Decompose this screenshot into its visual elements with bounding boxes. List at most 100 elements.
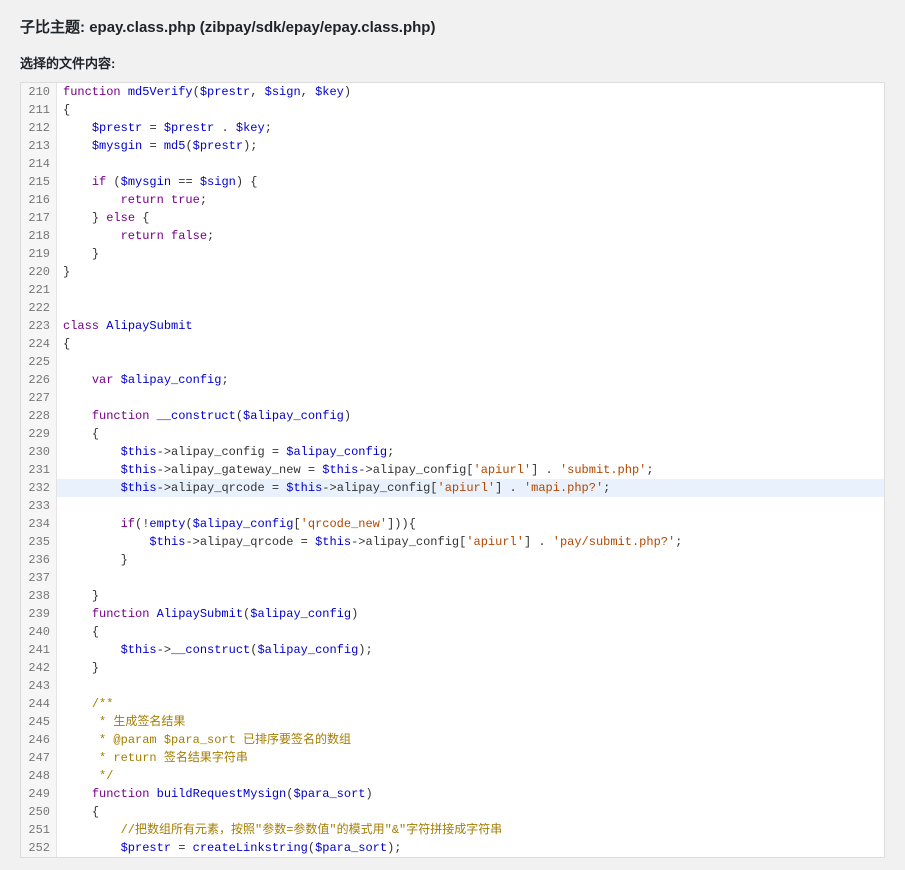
code-line[interactable]: 228 function __construct($alipay_config) bbox=[21, 407, 884, 425]
line-number: 218 bbox=[21, 227, 57, 245]
code-line[interactable]: 240 { bbox=[21, 623, 884, 641]
line-number: 228 bbox=[21, 407, 57, 425]
code-line[interactable]: 239 function AlipaySubmit($alipay_config… bbox=[21, 605, 884, 623]
code-line[interactable]: 243 bbox=[21, 677, 884, 695]
line-number: 213 bbox=[21, 137, 57, 155]
code-line[interactable]: 229 { bbox=[21, 425, 884, 443]
code-content[interactable] bbox=[57, 155, 884, 173]
code-line[interactable]: 218 return false; bbox=[21, 227, 884, 245]
code-content[interactable]: } bbox=[57, 245, 884, 263]
code-content[interactable]: * return 签名结果字符串 bbox=[57, 749, 884, 767]
code-content[interactable]: { bbox=[57, 803, 884, 821]
line-number: 246 bbox=[21, 731, 57, 749]
code-content[interactable]: return true; bbox=[57, 191, 884, 209]
code-content[interactable]: } bbox=[57, 551, 884, 569]
code-content[interactable] bbox=[57, 299, 884, 317]
code-content[interactable]: } bbox=[57, 659, 884, 677]
code-line[interactable]: 235 $this->alipay_qrcode = $this->alipay… bbox=[21, 533, 884, 551]
code-line[interactable]: 223class AlipaySubmit bbox=[21, 317, 884, 335]
code-line[interactable]: 225 bbox=[21, 353, 884, 371]
code-line[interactable]: 210function md5Verify($prestr, $sign, $k… bbox=[21, 83, 884, 101]
code-line[interactable]: 250 { bbox=[21, 803, 884, 821]
code-content[interactable]: * 生成签名结果 bbox=[57, 713, 884, 731]
code-line[interactable]: 214 bbox=[21, 155, 884, 173]
code-content[interactable] bbox=[57, 497, 884, 515]
code-line[interactable]: 237 bbox=[21, 569, 884, 587]
code-line[interactable]: 249 function buildRequestMysign($para_so… bbox=[21, 785, 884, 803]
code-line[interactable]: 230 $this->alipay_config = $alipay_confi… bbox=[21, 443, 884, 461]
code-content[interactable]: function __construct($alipay_config) bbox=[57, 407, 884, 425]
code-line[interactable]: 236 } bbox=[21, 551, 884, 569]
code-content[interactable]: $prestr = $prestr . $key; bbox=[57, 119, 884, 137]
code-content[interactable]: $this->alipay_qrcode = $this->alipay_con… bbox=[57, 533, 884, 551]
code-content[interactable]: */ bbox=[57, 767, 884, 785]
line-number: 219 bbox=[21, 245, 57, 263]
code-line[interactable]: 248 */ bbox=[21, 767, 884, 785]
line-number: 243 bbox=[21, 677, 57, 695]
code-line[interactable]: 221 bbox=[21, 281, 884, 299]
code-line[interactable]: 220} bbox=[21, 263, 884, 281]
code-content[interactable]: $prestr = createLinkstring($para_sort); bbox=[57, 839, 884, 857]
code-line[interactable]: 211{ bbox=[21, 101, 884, 119]
code-content[interactable]: class AlipaySubmit bbox=[57, 317, 884, 335]
code-content[interactable]: { bbox=[57, 623, 884, 641]
code-line[interactable]: 238 } bbox=[21, 587, 884, 605]
content-label: 选择的文件内容: bbox=[20, 53, 885, 72]
code-content[interactable]: $this->alipay_config = $alipay_config; bbox=[57, 443, 884, 461]
code-content[interactable]: $mysgin = md5($prestr); bbox=[57, 137, 884, 155]
code-line[interactable]: 231 $this->alipay_gateway_new = $this->a… bbox=[21, 461, 884, 479]
code-content[interactable] bbox=[57, 353, 884, 371]
file-title: 子比主题: epay.class.php (zibpay/sdk/epay/ep… bbox=[20, 16, 885, 37]
code-content[interactable]: } else { bbox=[57, 209, 884, 227]
code-line[interactable]: 233 bbox=[21, 497, 884, 515]
code-line[interactable]: 219 } bbox=[21, 245, 884, 263]
line-number: 229 bbox=[21, 425, 57, 443]
code-line[interactable]: 251 //把数组所有元素，按照"参数=参数值"的模式用"&"字符拼接成字符串 bbox=[21, 821, 884, 839]
code-line[interactable]: 217 } else { bbox=[21, 209, 884, 227]
code-line[interactable]: 247 * return 签名结果字符串 bbox=[21, 749, 884, 767]
code-line[interactable]: 242 } bbox=[21, 659, 884, 677]
code-content[interactable]: return false; bbox=[57, 227, 884, 245]
code-line[interactable]: 224{ bbox=[21, 335, 884, 353]
code-content[interactable]: function buildRequestMysign($para_sort) bbox=[57, 785, 884, 803]
code-content[interactable] bbox=[57, 389, 884, 407]
line-number: 252 bbox=[21, 839, 57, 857]
code-line[interactable]: 244 /** bbox=[21, 695, 884, 713]
code-line[interactable]: 245 * 生成签名结果 bbox=[21, 713, 884, 731]
code-content[interactable]: $this->alipay_qrcode = $this->alipay_con… bbox=[57, 479, 884, 497]
code-line[interactable]: 227 bbox=[21, 389, 884, 407]
code-content[interactable] bbox=[57, 677, 884, 695]
code-line[interactable]: 213 $mysgin = md5($prestr); bbox=[21, 137, 884, 155]
code-content[interactable]: } bbox=[57, 587, 884, 605]
code-content[interactable]: { bbox=[57, 425, 884, 443]
code-content[interactable]: //把数组所有元素，按照"参数=参数值"的模式用"&"字符拼接成字符串 bbox=[57, 821, 884, 839]
file-header: 子比主题: epay.class.php (zibpay/sdk/epay/ep… bbox=[20, 12, 885, 47]
code-content[interactable]: $this->__construct($alipay_config); bbox=[57, 641, 884, 659]
code-content[interactable]: if(!empty($alipay_config['qrcode_new']))… bbox=[57, 515, 884, 533]
code-content[interactable]: $this->alipay_gateway_new = $this->alipa… bbox=[57, 461, 884, 479]
code-line[interactable]: 241 $this->__construct($alipay_config); bbox=[21, 641, 884, 659]
code-content[interactable]: { bbox=[57, 335, 884, 353]
code-content[interactable]: function md5Verify($prestr, $sign, $key) bbox=[57, 83, 884, 101]
line-number: 235 bbox=[21, 533, 57, 551]
code-line[interactable]: 234 if(!empty($alipay_config['qrcode_new… bbox=[21, 515, 884, 533]
code-content[interactable]: var $alipay_config; bbox=[57, 371, 884, 389]
code-content[interactable] bbox=[57, 281, 884, 299]
code-line[interactable]: 226 var $alipay_config; bbox=[21, 371, 884, 389]
code-line[interactable]: 232 $this->alipay_qrcode = $this->alipay… bbox=[21, 479, 884, 497]
code-content[interactable]: if ($mysgin == $sign) { bbox=[57, 173, 884, 191]
code-content[interactable]: * @param $para_sort 已排序要签名的数组 bbox=[57, 731, 884, 749]
code-content[interactable]: function AlipaySubmit($alipay_config) bbox=[57, 605, 884, 623]
code-line[interactable]: 246 * @param $para_sort 已排序要签名的数组 bbox=[21, 731, 884, 749]
line-number: 251 bbox=[21, 821, 57, 839]
code-content[interactable]: /** bbox=[57, 695, 884, 713]
code-editor[interactable]: 210function md5Verify($prestr, $sign, $k… bbox=[20, 82, 885, 858]
code-line[interactable]: 212 $prestr = $prestr . $key; bbox=[21, 119, 884, 137]
code-content[interactable]: { bbox=[57, 101, 884, 119]
code-line[interactable]: 215 if ($mysgin == $sign) { bbox=[21, 173, 884, 191]
code-content[interactable]: } bbox=[57, 263, 884, 281]
code-content[interactable] bbox=[57, 569, 884, 587]
code-line[interactable]: 222 bbox=[21, 299, 884, 317]
code-line[interactable]: 216 return true; bbox=[21, 191, 884, 209]
code-line[interactable]: 252 $prestr = createLinkstring($para_sor… bbox=[21, 839, 884, 857]
